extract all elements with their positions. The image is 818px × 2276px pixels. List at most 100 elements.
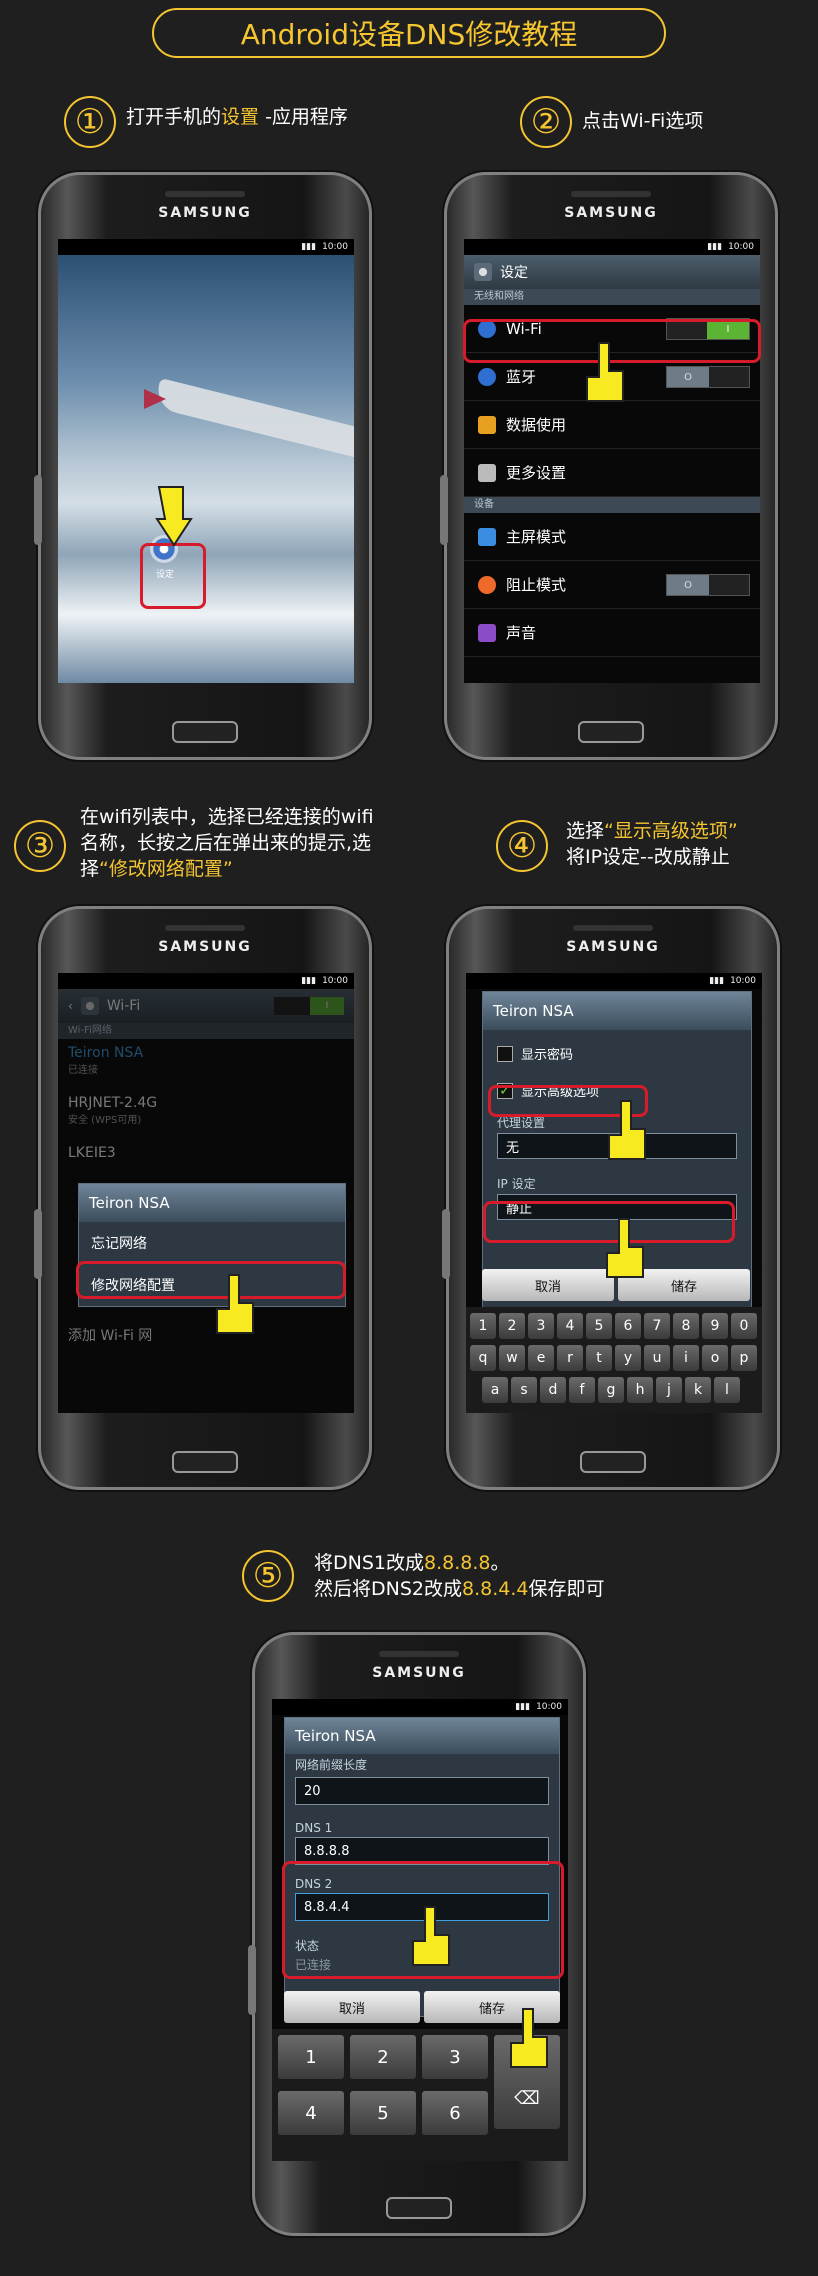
key-3[interactable]: 3 bbox=[422, 2035, 488, 2079]
keyboard-key[interactable]: j bbox=[656, 1377, 682, 1403]
keyboard-key[interactable]: e bbox=[528, 1345, 554, 1371]
key-5[interactable]: 5 bbox=[350, 2091, 416, 2135]
keyboard-key[interactable]: 3 bbox=[528, 1313, 554, 1339]
step-text-part: 打开手机的 bbox=[126, 106, 222, 128]
home-icon bbox=[478, 527, 496, 546]
keyboard-key[interactable]: 8 bbox=[673, 1313, 699, 1339]
phone-5: SAMSUNG ▮▮▮ 10:00 Teiron NSA 网络前缀长度 20 DN… bbox=[248, 1632, 586, 2236]
add-wifi-network[interactable]: 添加 Wi-Fi 网 bbox=[68, 1325, 152, 1345]
key-6[interactable]: 6 bbox=[422, 2091, 488, 2135]
row-more-settings[interactable]: 更多设置 bbox=[464, 449, 760, 497]
wifi-toggle[interactable]: I bbox=[310, 997, 344, 1015]
keyboard-key[interactable]: 6 bbox=[615, 1313, 641, 1339]
keyboard-key[interactable]: 5 bbox=[586, 1313, 612, 1339]
keyboard-key[interactable]: o bbox=[702, 1345, 728, 1371]
keyboard-key[interactable]: r bbox=[557, 1345, 583, 1371]
screen-advanced: ▮▮▮ 10:00 Teiron NSA 显示密码 ✓ 显示高级选项 代理设置 无 … bbox=[466, 973, 762, 1413]
wing-tip bbox=[144, 389, 166, 409]
section-wireless: 无线和网络 bbox=[464, 289, 760, 305]
highlight-text: 8.8.4.4 bbox=[462, 1578, 529, 1600]
cancel-button[interactable]: 取消 bbox=[284, 1991, 420, 2023]
keyboard-key[interactable]: p bbox=[731, 1345, 757, 1371]
step-2-number: ② bbox=[520, 96, 572, 148]
network-item[interactable]: Teiron NSA 已连接 bbox=[58, 1039, 354, 1089]
keyboard-key[interactable]: 7 bbox=[644, 1313, 670, 1339]
home-button[interactable] bbox=[578, 721, 644, 743]
key-4[interactable]: 4 bbox=[278, 2091, 344, 2135]
step-text-part: 在wifi列表中，选择已经连接的wifi bbox=[80, 806, 374, 828]
step-line: 然后将DNS2改成8.8.4.4保存即可 bbox=[314, 1576, 605, 1602]
keyboard-key[interactable]: 2 bbox=[499, 1313, 525, 1339]
cancel-button[interactable]: 取消 bbox=[482, 1269, 614, 1301]
step-4-text: 选择“显示高级选项” 将IP设定--改成静止 bbox=[566, 818, 738, 870]
keyboard-key[interactable]: d bbox=[540, 1377, 566, 1403]
step-5-number: ⑤ bbox=[242, 1550, 294, 1602]
step-text-part: 保存即可 bbox=[528, 1578, 605, 1600]
block-toggle[interactable]: O bbox=[667, 575, 709, 595]
pointing-hand-icon bbox=[586, 342, 624, 402]
menu-forget-network[interactable]: 忘记网络 bbox=[79, 1222, 345, 1264]
block-icon bbox=[478, 575, 496, 594]
pointing-hand-icon bbox=[155, 486, 193, 547]
step-text-part: 选择 bbox=[566, 820, 605, 842]
keyboard-key[interactable]: l bbox=[714, 1377, 740, 1403]
phone-3: SAMSUNG ▮▮▮ 10:00 ‹ Wi-Fi I Wi-Fi网络 Teiron… bbox=[34, 906, 372, 1490]
pointing-hand-icon bbox=[510, 2008, 548, 2068]
keyboard-key[interactable]: w bbox=[499, 1345, 525, 1371]
keyboard-key[interactable]: h bbox=[627, 1377, 653, 1403]
keyboard-key[interactable]: a bbox=[482, 1377, 508, 1403]
pointing-hand-icon bbox=[412, 1906, 450, 1966]
home-button[interactable] bbox=[580, 1451, 646, 1473]
row-block-mode[interactable]: 阻止模式 O bbox=[464, 561, 760, 609]
section-device: 设备 bbox=[464, 497, 760, 513]
keyboard: 1234567890 qwertyuiop asdfghjkl bbox=[466, 1307, 762, 1413]
network-item[interactable]: HRJNET-2.4G 安全 (WPS可用) bbox=[58, 1089, 354, 1139]
phone-4: SAMSUNG ▮▮▮ 10:00 Teiron NSA 显示密码 ✓ 显示高级选项… bbox=[442, 906, 780, 1490]
keyboard-key[interactable]: s bbox=[511, 1377, 537, 1403]
highlight-text: “修改网络配置” bbox=[99, 858, 233, 880]
step-3-text: 在wifi列表中，选择已经连接的wifi 名称，长按之后在弹出来的提示,选 择“修改… bbox=[80, 804, 374, 882]
keyboard-key[interactable]: 1 bbox=[470, 1313, 496, 1339]
step-1-text: 打开手机的设置 -应用程序 bbox=[126, 104, 348, 130]
gear-icon bbox=[80, 997, 99, 1015]
keyboard-key[interactable]: t bbox=[586, 1345, 612, 1371]
keyboard-key[interactable]: g bbox=[598, 1377, 624, 1403]
step-text-part: 将IP设定--改成静止 bbox=[566, 846, 730, 868]
screen-settings: ▮▮▮ 10:00 设定 无线和网络 Wi-Fi I 蓝牙 O 数据使用 更多设置… bbox=[464, 239, 760, 683]
sound-icon bbox=[478, 623, 496, 642]
highlight-box bbox=[140, 543, 206, 609]
status-bar: ▮▮▮ 10:00 bbox=[58, 973, 354, 989]
home-button[interactable] bbox=[386, 2197, 452, 2219]
more-icon bbox=[478, 463, 496, 482]
row-sound[interactable]: 声音 bbox=[464, 609, 760, 657]
show-password-row[interactable]: 显示密码 bbox=[483, 1030, 751, 1063]
network-item[interactable]: LKEIE3 bbox=[58, 1139, 354, 1189]
step-1-number: ① bbox=[64, 96, 116, 148]
keyboard-key[interactable]: i bbox=[673, 1345, 699, 1371]
pointing-hand-icon bbox=[216, 1274, 254, 1334]
keyboard-key[interactable]: 4 bbox=[557, 1313, 583, 1339]
wifi-header: ‹ Wi-Fi I bbox=[58, 989, 354, 1023]
row-home-mode[interactable]: 主屏模式 bbox=[464, 513, 760, 561]
step-line: 在wifi列表中，选择已经连接的wifi bbox=[80, 804, 374, 830]
home-button[interactable] bbox=[172, 1451, 238, 1473]
key-2[interactable]: 2 bbox=[350, 2035, 416, 2079]
keyboard-key[interactable]: u bbox=[644, 1345, 670, 1371]
brand-logo: SAMSUNG bbox=[158, 939, 252, 955]
keyboard-key[interactable]: y bbox=[615, 1345, 641, 1371]
key-1[interactable]: 1 bbox=[278, 2035, 344, 2079]
keyboard-key[interactable]: f bbox=[569, 1377, 595, 1403]
step-5-text: 将DNS1改成8.8.8.8。 然后将DNS2改成8.8.4.4保存即可 bbox=[314, 1550, 605, 1602]
sky-wallpaper bbox=[58, 255, 354, 683]
bluetooth-toggle[interactable]: O bbox=[667, 367, 709, 387]
home-button[interactable] bbox=[172, 721, 238, 743]
checkbox[interactable] bbox=[497, 1045, 513, 1062]
keyboard-key[interactable]: k bbox=[685, 1377, 711, 1403]
keyboard-key[interactable]: q bbox=[470, 1345, 496, 1371]
prefix-input[interactable]: 20 bbox=[295, 1777, 549, 1805]
phone-2: SAMSUNG ▮▮▮ 10:00 设定 无线和网络 Wi-Fi I 蓝牙 O 数… bbox=[440, 172, 778, 760]
keyboard-key[interactable]: 0 bbox=[731, 1313, 757, 1339]
keyboard-key[interactable]: 9 bbox=[702, 1313, 728, 1339]
highlight-text: 8.8.8.8 bbox=[424, 1552, 491, 1574]
gear-icon bbox=[474, 263, 492, 281]
